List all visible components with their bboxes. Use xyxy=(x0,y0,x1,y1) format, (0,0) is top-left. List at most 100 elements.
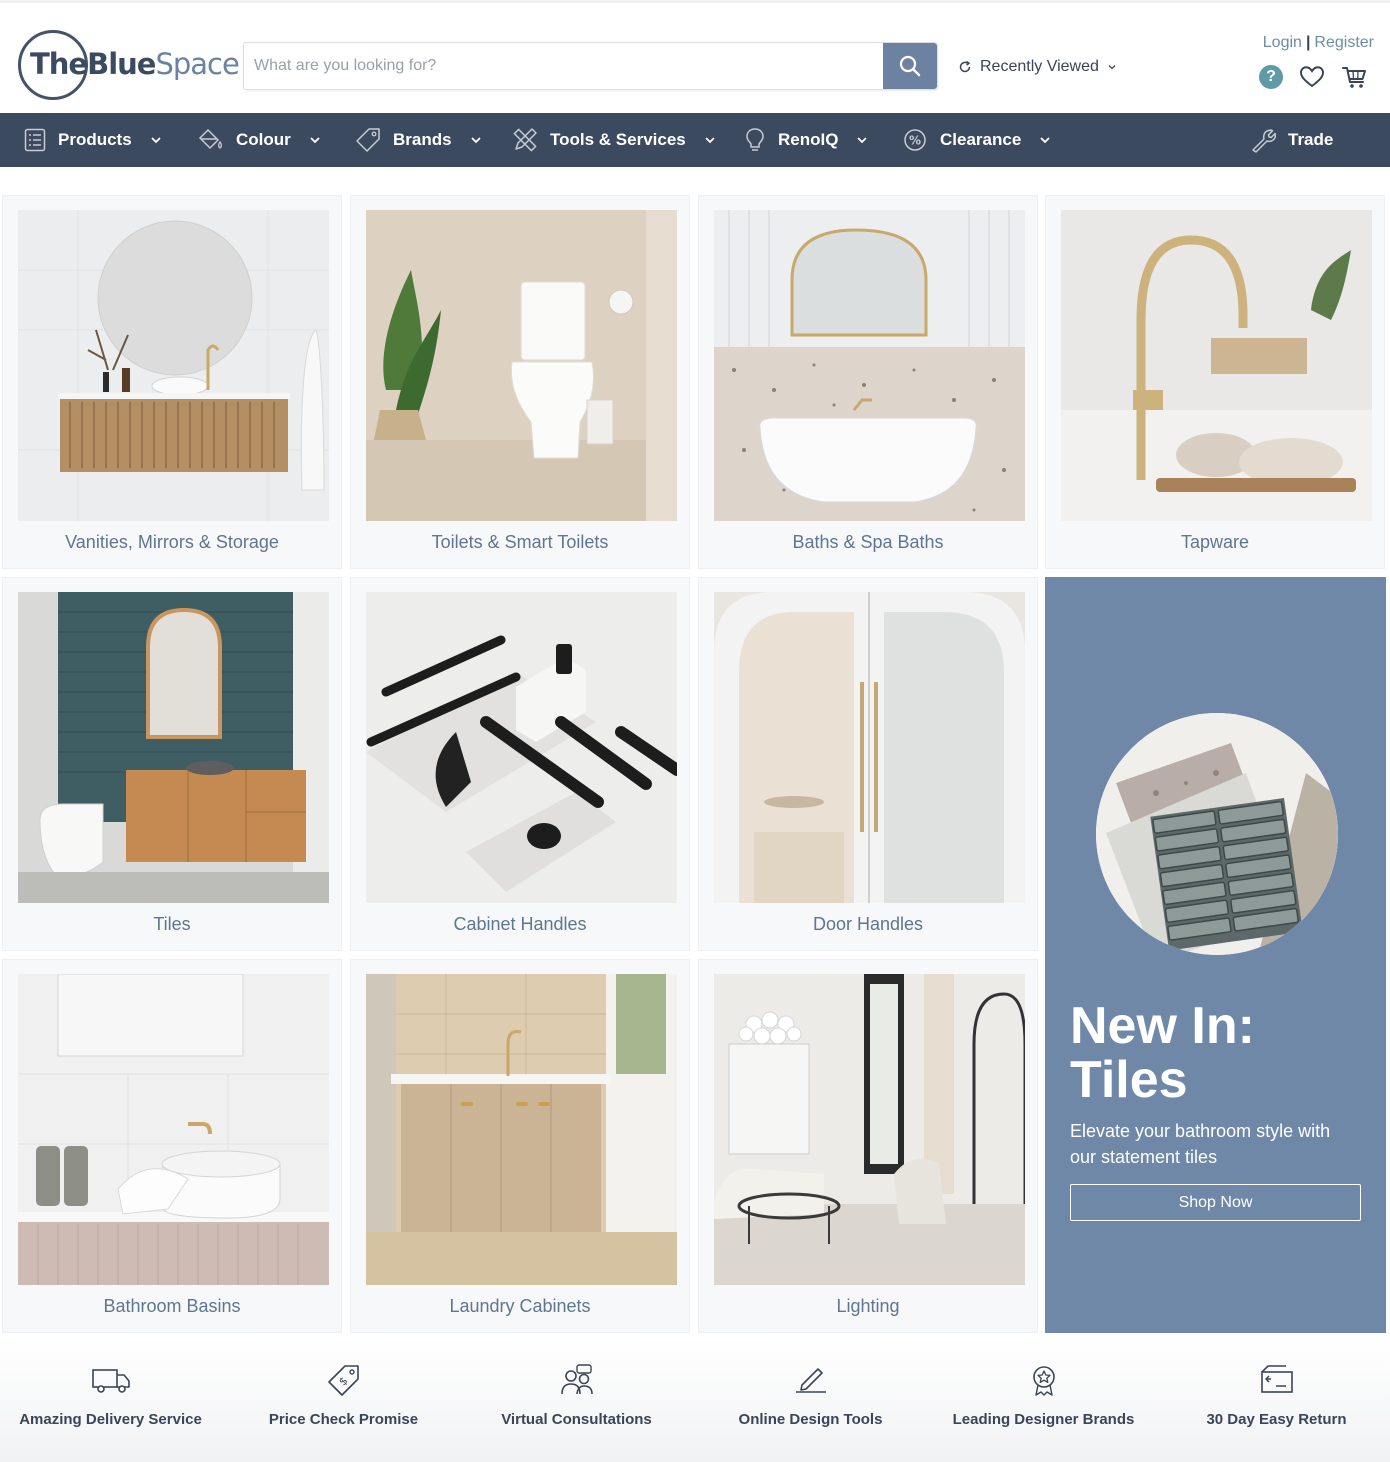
search-button[interactable] xyxy=(883,43,937,89)
nav-item-colour[interactable]: Colour xyxy=(198,113,321,167)
svg-text:$: $ xyxy=(336,1374,350,1388)
feature-label: Leading Designer Brands xyxy=(952,1411,1135,1428)
nav-item-brands[interactable]: Brands xyxy=(355,113,482,167)
recently-viewed-dropdown[interactable]: Recently Viewed xyxy=(958,56,1117,78)
feature-label: Virtual Consultations xyxy=(501,1411,652,1428)
lighting-image xyxy=(714,974,1025,1285)
nav-label: Brands xyxy=(393,130,452,149)
category-tile-baths[interactable]: Baths & Spa Baths xyxy=(698,195,1038,569)
site-header: TheBlueSpace Recently Viewed Login | Reg… xyxy=(0,0,1390,113)
cabinet-handles-image xyxy=(366,592,677,903)
feature-label: Amazing Delivery Service xyxy=(19,1411,202,1428)
category-tile-bathroom-basins[interactable]: Bathroom Basins xyxy=(2,959,342,1333)
category-label: Door Handles xyxy=(812,914,924,934)
feature-easy-return: 30 Day Easy Return xyxy=(1160,1362,1390,1428)
chevron-down-icon xyxy=(857,137,868,144)
feature-label: Online Design Tools xyxy=(738,1411,883,1428)
feature-label: Price Check Promise xyxy=(268,1411,419,1428)
search-bar xyxy=(243,42,938,90)
help-icon[interactable]: ? xyxy=(1259,65,1283,89)
refresh-icon xyxy=(959,60,971,73)
category-label: Tiles xyxy=(153,914,191,934)
category-label: Laundry Cabinets xyxy=(449,1296,591,1316)
nav-item-clearance[interactable]: % Clearance xyxy=(902,113,1051,167)
feature-consultations: Virtual Consultations xyxy=(460,1362,693,1428)
promo-new-in-tiles: New In: Tiles Elevate your bathroom styl… xyxy=(1045,577,1386,1333)
nav-label: Trade xyxy=(1288,130,1334,149)
category-tile-toilets[interactable]: Toilets & Smart Toilets xyxy=(350,195,690,569)
category-tile-door-handles[interactable]: Door Handles xyxy=(698,577,1038,951)
tag-icon xyxy=(356,128,380,152)
chevron-down-icon xyxy=(1108,65,1116,70)
ruler-pencil-icon xyxy=(513,128,537,152)
sale-tag-icon: % xyxy=(904,129,926,151)
nav-label: Tools & Services xyxy=(550,130,686,149)
laundry-image xyxy=(366,974,677,1285)
chevron-down-icon xyxy=(470,137,481,144)
login-link[interactable]: Login xyxy=(1263,34,1302,52)
category-label: Cabinet Handles xyxy=(453,914,587,934)
nav-label: Clearance xyxy=(940,130,1022,149)
tapware-image xyxy=(1061,210,1372,521)
wrench-icon xyxy=(1252,129,1276,153)
promo-subtitle: Elevate your bathroom style with our sta… xyxy=(1070,1121,1331,1167)
lightbulb-icon xyxy=(746,128,764,151)
category-tile-vanities[interactable]: Vanities, Mirrors & Storage xyxy=(2,195,342,569)
chevron-down-icon xyxy=(705,137,715,144)
chevron-down-icon xyxy=(151,137,161,144)
promo-title: New In: Tiles xyxy=(1070,997,1255,1109)
recently-viewed-label: Recently Viewed xyxy=(980,58,1099,75)
nav-item-renoiq[interactable]: RenoIQ xyxy=(744,113,868,167)
account-separator: | xyxy=(1305,34,1311,51)
category-tile-laundry-cabinets[interactable]: Laundry Cabinets xyxy=(350,959,690,1333)
category-label: Tapware xyxy=(1180,532,1250,552)
main-navigation: Products Colour Brands Tools & Services … xyxy=(0,113,1390,167)
wishlist-heart-icon[interactable] xyxy=(1299,65,1325,89)
category-label: Bathroom Basins xyxy=(103,1296,241,1316)
list-icon xyxy=(24,128,46,152)
toilet-image xyxy=(366,210,677,521)
search-input[interactable] xyxy=(254,43,874,89)
vanity-image xyxy=(18,210,329,521)
category-label: Baths & Spa Baths xyxy=(792,532,944,552)
nav-label: Products xyxy=(58,130,132,149)
account-links: Login | Register xyxy=(1263,34,1374,52)
nav-item-trade[interactable]: Trade xyxy=(1250,113,1333,167)
category-label: Vanities, Mirrors & Storage xyxy=(65,532,279,552)
award-badge-icon xyxy=(1032,1366,1055,1396)
feature-designer-brands: Leading Designer Brands xyxy=(927,1362,1160,1428)
basin-image xyxy=(18,974,329,1285)
door-handles-image xyxy=(714,592,1025,903)
header-icons: ? xyxy=(1259,64,1367,90)
nav-item-products[interactable]: Products xyxy=(24,113,162,167)
nav-label: Colour xyxy=(236,130,291,149)
cart-icon[interactable] xyxy=(1341,64,1367,90)
category-label: Toilets & Smart Toilets xyxy=(431,532,609,552)
feature-label: 30 Day Easy Return xyxy=(1206,1411,1347,1428)
feature-delivery: Amazing Delivery Service xyxy=(0,1362,227,1428)
category-tile-lighting[interactable]: Lighting xyxy=(698,959,1038,1333)
feature-price-check: $ Price Check Promise xyxy=(227,1362,460,1428)
feature-bar: Amazing Delivery Service $ Price Check P… xyxy=(0,1338,1390,1462)
page: TheBlueSpace Recently Viewed Login | Reg… xyxy=(0,0,1390,1462)
svg-text:%: % xyxy=(909,134,921,148)
category-label: Lighting xyxy=(836,1296,900,1316)
register-link[interactable]: Register xyxy=(1314,34,1374,52)
price-tag-icon: $ xyxy=(327,1365,359,1396)
category-tile-cabinet-handles[interactable]: Cabinet Handles xyxy=(350,577,690,951)
category-tile-tiles[interactable]: Tiles xyxy=(2,577,342,951)
logo-wordmark: TheBlueSpace xyxy=(30,47,240,81)
tiles-sample-image xyxy=(1096,713,1338,955)
shop-now-button[interactable]: Shop Now xyxy=(1070,1184,1361,1221)
consultation-icon xyxy=(560,1364,593,1395)
category-tile-tapware[interactable]: Tapware xyxy=(1045,195,1385,569)
design-pen-icon xyxy=(795,1368,826,1393)
feature-design-tools: Online Design Tools xyxy=(694,1362,927,1428)
nav-label: RenoIQ xyxy=(778,130,839,149)
site-logo[interactable]: TheBlueSpace xyxy=(18,30,240,102)
bath-image xyxy=(714,210,1025,521)
delivery-truck-icon xyxy=(91,1369,130,1393)
nav-item-tools-services[interactable]: Tools & Services xyxy=(512,113,716,167)
tiles-image xyxy=(18,592,329,903)
chevron-down-icon xyxy=(1040,137,1050,144)
